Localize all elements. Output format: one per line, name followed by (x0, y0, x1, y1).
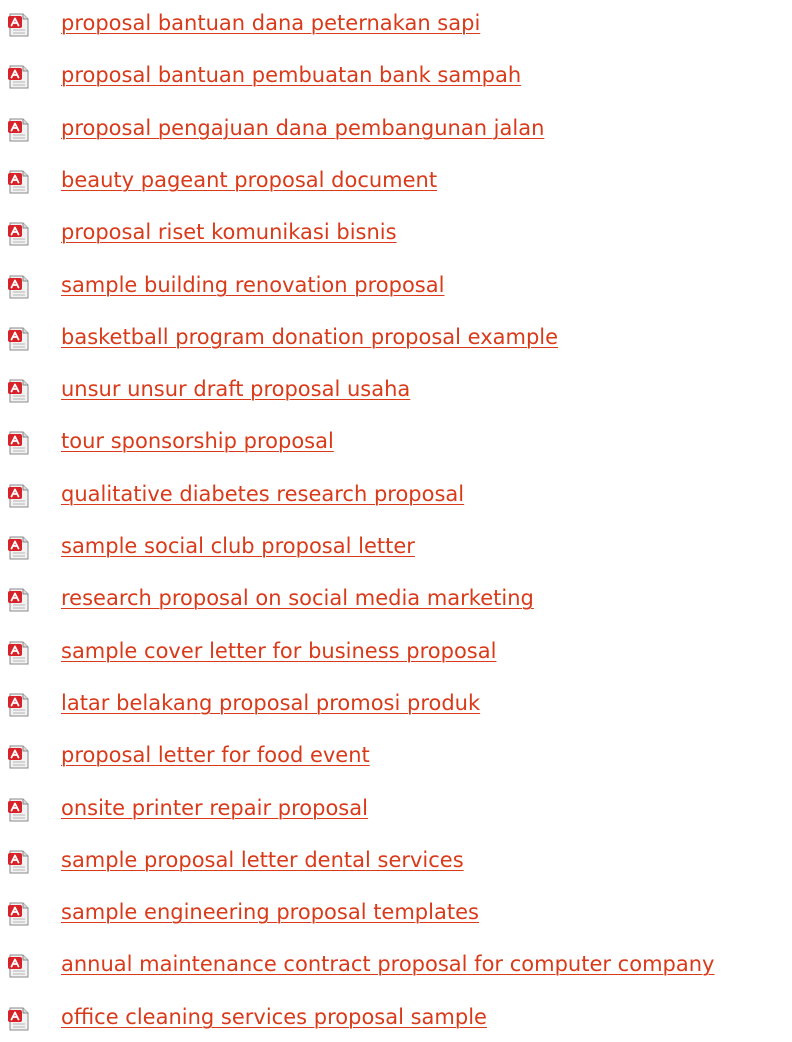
list-item: sample cover letter for business proposa… (0, 636, 792, 676)
list-item: sample building renovation proposal (0, 270, 792, 310)
document-link[interactable]: office cleaning services proposal sample (61, 1002, 487, 1032)
list-item: qualitative diabetes research proposal (0, 479, 792, 519)
document-link[interactable]: sample proposal letter dental services (61, 845, 464, 875)
document-link[interactable]: sample social club proposal letter (61, 531, 415, 561)
list-item: basketball program donation proposal exa… (0, 322, 792, 362)
document-link[interactable]: proposal letter for food event (61, 740, 370, 770)
list-item: onsite printer repair proposal (0, 793, 792, 833)
list-item: proposal riset komunikasi bisnis (0, 217, 792, 257)
document-link[interactable]: beauty pageant proposal document (61, 165, 437, 195)
document-link[interactable]: basketball program donation proposal exa… (61, 322, 558, 352)
document-link[interactable]: onsite printer repair proposal (61, 793, 368, 823)
list-item: sample proposal letter dental services (0, 845, 792, 885)
document-link[interactable]: sample engineering proposal templates (61, 897, 479, 927)
list-item: latar belakang proposal promosi produk (0, 688, 792, 728)
document-link[interactable]: latar belakang proposal promosi produk (61, 688, 480, 718)
document-link[interactable]: qualitative diabetes research proposal (61, 479, 464, 509)
list-item: sample engineering proposal templates (0, 897, 792, 937)
list-item: sample social club proposal letter (0, 531, 792, 571)
list-item: proposal letter for food event (0, 740, 792, 780)
list-item: office cleaning services proposal sample (0, 1002, 792, 1042)
document-link[interactable]: research proposal on social media market… (61, 583, 534, 613)
list-item: beauty pageant proposal document (0, 165, 792, 205)
list-item: annual maintenance contract proposal for… (0, 949, 792, 989)
document-link[interactable]: sample building renovation proposal (61, 270, 444, 300)
document-link[interactable]: proposal pengajuan dana pembangunan jala… (61, 113, 544, 143)
list-item: proposal bantuan dana peternakan sapi (0, 8, 792, 48)
document-link[interactable]: proposal bantuan dana peternakan sapi (61, 8, 480, 38)
list-item: proposal bantuan pembuatan bank sampah (0, 60, 792, 100)
document-link[interactable]: proposal bantuan pembuatan bank sampah (61, 60, 521, 90)
list-item: proposal pengajuan dana pembangunan jala… (0, 113, 792, 153)
list-item: research proposal on social media market… (0, 583, 792, 623)
document-link[interactable]: unsur unsur draft proposal usaha (61, 374, 410, 404)
document-link[interactable]: tour sponsorship proposal (61, 426, 334, 456)
document-link[interactable]: annual maintenance contract proposal for… (61, 949, 714, 979)
list-item: tour sponsorship proposal (0, 426, 792, 466)
document-link[interactable]: proposal riset komunikasi bisnis (61, 217, 397, 247)
document-link[interactable]: sample cover letter for business proposa… (61, 636, 496, 666)
list-item: unsur unsur draft proposal usaha (0, 374, 792, 414)
